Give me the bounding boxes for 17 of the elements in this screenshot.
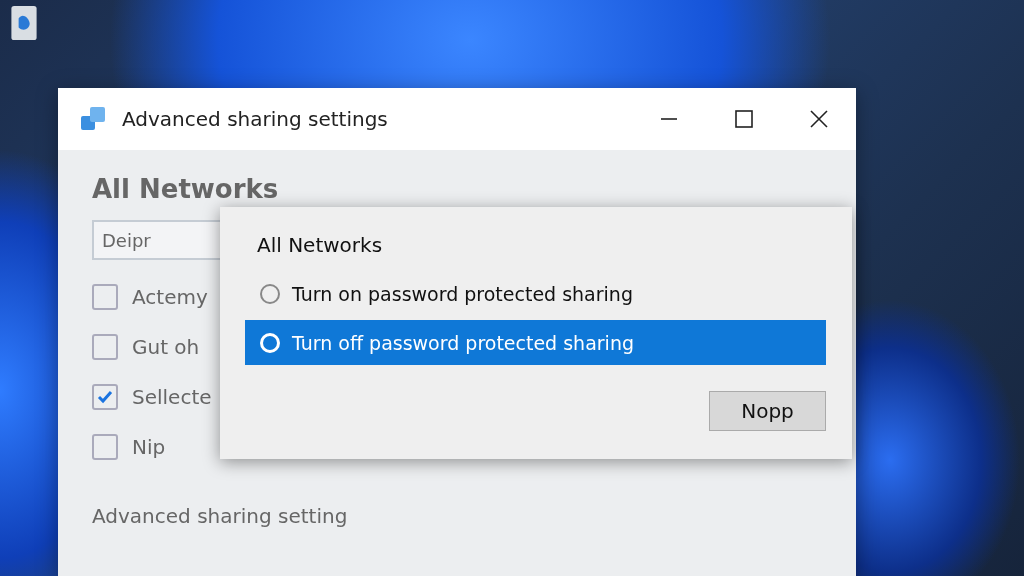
window-title: Advanced sharing settings [122,107,389,131]
checkbox-label: Nip [132,435,166,459]
section-heading: Advanced sharing setting [92,504,349,528]
maximize-icon [733,109,754,129]
close-icon [808,109,829,129]
radio-option[interactable]: Turn on password protected sharing [245,271,826,316]
checkbox-label: Gut oh [132,335,200,359]
checkbox-label: Sellecte [132,385,212,409]
minimize-icon [658,118,679,120]
checkbox-label: Actemy [132,285,208,309]
radio-option[interactable]: Turn off password protected sharing [245,320,826,365]
checkbox[interactable] [92,434,118,460]
section-heading: All Networks [92,174,280,204]
checkbox[interactable] [92,384,118,410]
nopp-button[interactable]: Nopp [709,391,826,431]
checkbox[interactable] [92,284,118,310]
checkbox[interactable] [92,334,118,360]
